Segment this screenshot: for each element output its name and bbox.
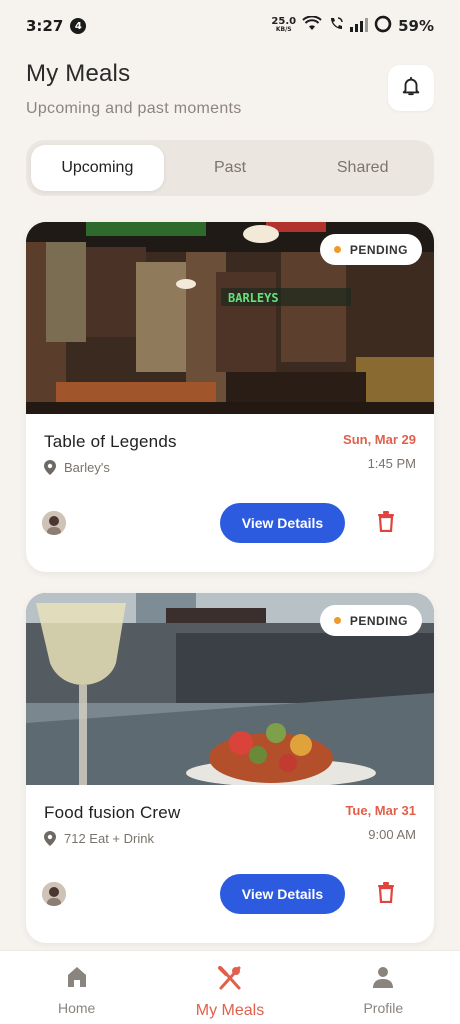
meal-location: 712 Eat + Drink [44,831,154,846]
meal-card-image: PENDING [26,593,434,785]
meal-card-body: Table of Legends Sun, Mar 29 Barley's 1:… [26,414,434,572]
page-subtitle: Upcoming and past moments [26,100,242,117]
nav-label-my-meals: My Meals [195,1002,265,1019]
bell-icon [400,75,422,102]
meal-time: 9:00 AM [368,827,416,842]
notification-count-badge: 4 [70,18,87,34]
neon-sign-text: BARLEYS [228,291,279,305]
nav-item-profile[interactable]: Profile [307,951,460,1024]
delete-button[interactable] [370,878,402,910]
meal-date: Tue, Mar 31 [345,803,416,818]
trash-icon [377,881,395,908]
meal-location-label: 712 Eat + Drink [64,831,154,846]
signal-icon [350,17,369,36]
meal-card-body: Food fusion Crew Tue, Mar 31 712 Eat + D… [26,785,434,943]
location-pin-icon [44,460,56,475]
network-speed-value: 25.0 [271,16,297,27]
tab-past[interactable]: Past [164,145,297,191]
meal-tabs: Upcoming Past Shared [26,140,434,196]
notifications-button[interactable] [388,65,434,111]
fork-knife-icon [217,965,243,996]
network-speed: 25.0 KB/S [271,16,297,34]
home-icon [65,965,89,994]
avatar[interactable] [42,882,66,906]
meal-card-image: BARLEYS PENDING [26,222,434,414]
wifi-icon [302,15,322,36]
status-label: PENDING [349,242,408,257]
tab-shared[interactable]: Shared [296,145,429,191]
meal-card[interactable]: PENDING Food fusion Crew Tue, Mar 31 712… [26,593,434,943]
battery-icon [374,15,392,37]
nav-label-home: Home [57,1000,96,1016]
nav-item-home[interactable]: Home [0,951,153,1024]
meal-title: Table of Legends [44,432,177,451]
view-details-button[interactable]: View Details [220,503,345,543]
nav-label-profile: Profile [363,1000,404,1016]
trash-icon [377,510,395,537]
status-badge: PENDING [319,234,422,265]
nav-item-my-meals[interactable]: My Meals [153,951,306,1024]
network-speed-unit: KB/S [275,26,292,33]
location-pin-icon [44,831,56,846]
meal-time: 1:45 PM [367,456,416,471]
meal-card[interactable]: BARLEYS PENDING Table of Legends Sun, Ma… [26,222,434,572]
delete-button[interactable] [370,507,402,539]
meal-title: Food fusion Crew [44,803,181,822]
page-title: My Meals [26,60,131,87]
view-details-button[interactable]: View Details [220,874,345,914]
meal-date: Sun, Mar 29 [343,432,416,447]
bottom-navigation: Home My Meals Profile [0,950,460,1024]
pending-dot-icon [333,617,341,624]
status-badge: PENDING [319,605,422,636]
status-bar: 3:27 4 25.0 KB/S 59% [0,0,460,52]
battery-percent: 59% [398,17,434,35]
person-icon [371,965,395,994]
status-time: 3:27 [26,17,64,35]
meal-location-label: Barley's [64,460,110,475]
tab-upcoming[interactable]: Upcoming [31,145,164,191]
call-icon [328,16,344,36]
page-header: My Meals Upcoming and past moments [26,60,434,124]
pending-dot-icon [333,246,341,253]
meal-location: Barley's [44,460,110,475]
status-label: PENDING [349,613,408,628]
avatar[interactable] [42,511,66,535]
status-icons: 25.0 KB/S 59% [271,15,434,37]
